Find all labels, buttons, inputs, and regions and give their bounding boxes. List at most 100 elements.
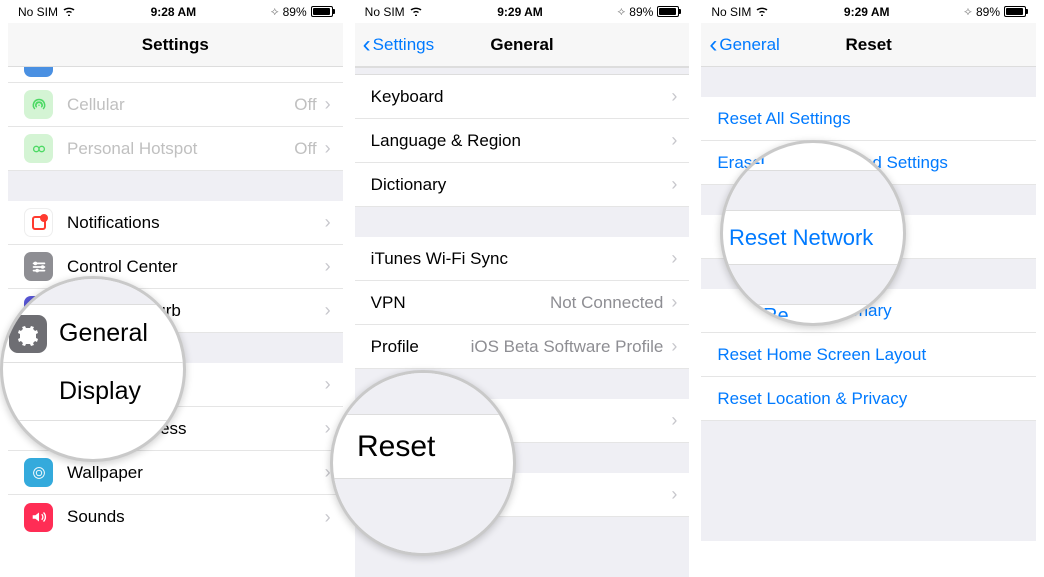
chevron-icon: › [671,336,677,357]
row-label: Reset All Settings [717,109,1024,129]
language-row[interactable]: Language & Region › [355,119,690,163]
status-bar: No SIM 9:29 AM ⟡ 89% [355,0,690,23]
chevron-icon: › [671,410,677,431]
magnifier-reset: Reset [330,370,516,556]
keyboard-row[interactable]: Keyboard › [355,75,690,119]
bluetooth-app-icon [24,67,53,77]
section-gap [701,67,1036,97]
carrier-text: No SIM [711,5,751,19]
page-title: General [490,35,553,55]
row-label: Control Center [67,257,317,277]
chevron-icon: › [325,212,331,233]
bluetooth-icon: ⟡ [617,4,625,19]
row-detail: Not Connected [550,293,663,313]
magnify-label: Reset [347,400,445,494]
section-gap [355,67,690,75]
row-label: Sounds [67,507,317,527]
hotspot-row[interactable]: Personal Hotspot Off › [8,127,343,171]
battery-icon [657,6,679,17]
section-gap [355,207,690,237]
profile-row[interactable]: Profile iOS Beta Software Profile › [355,325,690,369]
row-label: iTunes Wi-Fi Sync [371,249,664,269]
magnify-label: Display [59,377,141,406]
reset-location-row[interactable]: Reset Location & Privacy [701,377,1036,421]
sounds-icon [24,503,53,532]
row-label: Reset Location & Privacy [717,389,1024,409]
row-label: Cellular [67,95,294,115]
battery-percent: 89% [629,5,653,19]
row-label: Keyboard [371,87,664,107]
cellular-row[interactable]: Cellular Off › [8,83,343,127]
row-label: Reset Home Screen Layout [717,345,1024,365]
nav-bar: ‹ General Reset [701,23,1036,67]
chevron-icon: › [671,86,677,107]
wifi-icon [409,5,423,19]
chevron-icon: › [325,94,331,115]
status-bar: No SIM 9:28 AM ⟡ 89% [8,0,343,23]
row-label: Dictionary [371,175,664,195]
hotspot-icon [24,134,53,163]
row-detail: Off [294,139,316,159]
time-text: 9:28 AM [151,5,197,19]
page-title: Settings [142,35,209,55]
magnifier-reset-network: Er Reset Network Re [720,140,906,326]
row-label: Notifications [67,213,317,233]
carrier-text: No SIM [365,5,405,19]
time-text: 9:29 AM [497,5,543,19]
itunes-row[interactable]: iTunes Wi-Fi Sync › [355,237,690,281]
row-label: VPN [371,293,550,313]
display-icon [9,373,47,411]
chevron-icon: › [325,256,331,277]
page-title: Reset [846,35,892,55]
back-button[interactable]: ‹ Settings [355,31,434,59]
bluetooth-icon: ⟡ [964,4,972,19]
chevron-icon: › [325,300,331,321]
chevron-icon: › [671,174,677,195]
carrier-text: No SIM [18,5,58,19]
chevron-icon: › [671,130,677,151]
battery-icon [1004,6,1026,17]
control-center-icon [24,252,53,281]
notifications-row[interactable]: Notifications › [8,201,343,245]
battery-percent: 89% [283,5,307,19]
status-bar: No SIM 9:29 AM ⟡ 89% [701,0,1036,23]
reset-all-row[interactable]: Reset All Settings [701,97,1036,141]
wifi-icon [62,5,76,19]
row-label: Language & Region [371,131,664,151]
time-text: 9:29 AM [844,5,890,19]
reset-home-row[interactable]: Reset Home Screen Layout [701,333,1036,377]
battery-icon [311,6,333,17]
chevron-icon: › [671,292,677,313]
chevron-left-icon: ‹ [363,31,371,59]
magnify-label: General [59,319,148,348]
row-label: Wallpaper [67,463,317,483]
chevron-icon: › [325,138,331,159]
magnifier-general: General Display [0,276,186,462]
chevron-icon: › [671,248,677,269]
wifi-icon [755,5,769,19]
wallpaper-row[interactable]: Wallpaper › [8,451,343,495]
dictionary-row[interactable]: Dictionary › [355,163,690,207]
row-detail: Off [294,95,316,115]
wallpaper-icon [24,458,53,487]
row-label: Personal Hotspot [67,139,294,159]
chevron-icon: › [325,507,331,528]
notifications-icon [24,208,53,237]
sounds-row[interactable]: Sounds › [8,495,343,539]
gear-icon [9,315,47,353]
nav-bar: ‹ Settings General [355,23,690,67]
cellular-icon [24,90,53,119]
section-gap [8,171,343,201]
chevron-left-icon: ‹ [709,31,717,59]
chevron-icon: › [325,374,331,395]
vpn-row[interactable]: VPN Not Connected › [355,281,690,325]
row-label: Profile [371,337,419,357]
section-gap [701,421,1036,541]
battery-percent: 89% [976,5,1000,19]
bluetooth-icon: ⟡ [271,4,279,19]
chevron-icon: › [671,484,677,505]
chevron-icon: › [325,418,331,439]
back-button[interactable]: ‹ General [701,31,779,59]
magnify-label: Reset Network [727,215,875,261]
nav-bar: Settings [8,23,343,67]
